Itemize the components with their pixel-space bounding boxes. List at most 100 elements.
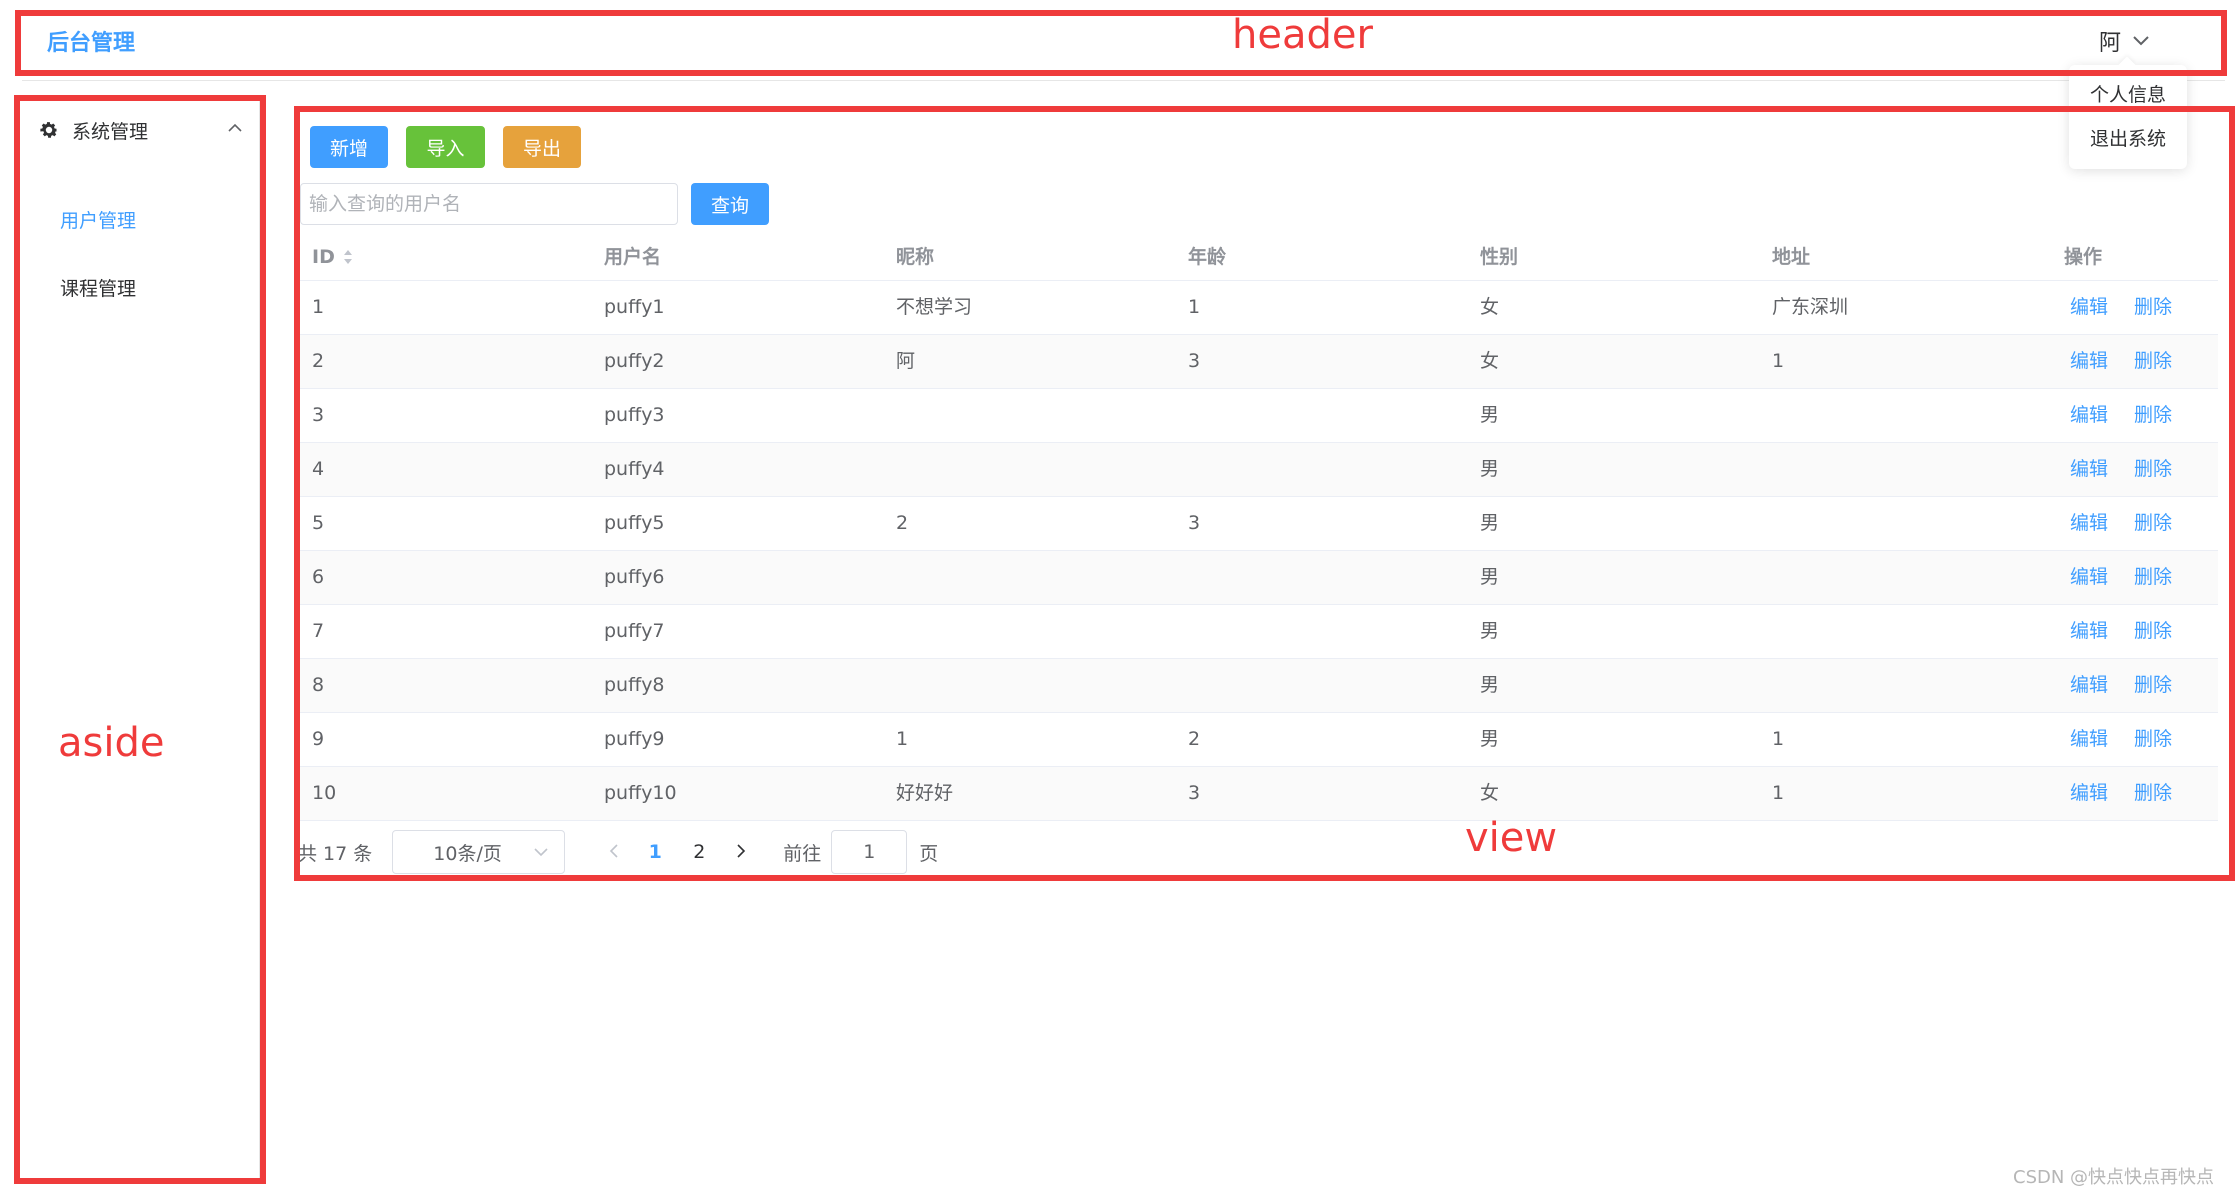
- user-name[interactable]: 阿: [2099, 25, 2121, 57]
- cell-id: 3: [312, 404, 325, 426]
- edit-link[interactable]: 编辑: [2064, 728, 2108, 750]
- edit-link[interactable]: 编辑: [2064, 404, 2108, 426]
- pagination: 共 17 条 10条/页 1 2 前往 页: [298, 830, 938, 874]
- column-header-actions: 操作: [2064, 245, 2103, 268]
- cell-username: puffy9: [604, 728, 665, 750]
- sidebar-item-user-management[interactable]: 用户管理: [18, 191, 260, 251]
- cell-address: 1: [1772, 728, 1785, 750]
- user-dropdown-trigger[interactable]: 阿: [2099, 25, 2149, 57]
- cell-nickname: [884, 605, 1176, 658]
- delete-link[interactable]: 删除: [2128, 404, 2172, 426]
- cell-age: [1176, 659, 1468, 712]
- cell-address: [1760, 443, 2052, 496]
- delete-link[interactable]: 删除: [2128, 512, 2172, 534]
- cell-username: puffy8: [604, 674, 665, 696]
- table-row: 6 puffy6 男 编辑 删除: [300, 551, 2218, 605]
- table-body: 1 puffy1 不想学习 1 女广东深圳 编辑 删除 2 puffy2 阿 3 女 1 编辑 删除 3 puf…: [300, 281, 2218, 821]
- cell-id: 7: [312, 620, 325, 642]
- cell-address: [1760, 551, 2052, 604]
- page-size-value: 10条/页: [433, 842, 502, 865]
- chevron-left-icon: [609, 844, 618, 858]
- delete-link[interactable]: 删除: [2128, 620, 2172, 642]
- cell-gender: 女: [1480, 350, 1500, 372]
- export-button[interactable]: 导出: [503, 126, 581, 168]
- cell-id: 8: [312, 674, 325, 696]
- column-header-nickname: 昵称: [896, 245, 935, 268]
- page-jump-input[interactable]: [831, 830, 908, 874]
- table-row: 9 puffy9 1 2 男 1 编辑 删除: [300, 713, 2218, 767]
- cell-address: 广东深圳: [1772, 296, 1849, 318]
- username-search-input[interactable]: [300, 183, 678, 225]
- delete-link[interactable]: 删除: [2128, 782, 2172, 804]
- delete-link[interactable]: 删除: [2128, 458, 2172, 480]
- cell-address: [1760, 497, 2052, 550]
- cell-gender: 男: [1480, 566, 1500, 588]
- edit-link[interactable]: 编辑: [2064, 782, 2108, 804]
- sort-icon[interactable]: [343, 249, 353, 265]
- delete-link[interactable]: 删除: [2128, 728, 2172, 750]
- sidebar-item-course-management[interactable]: 课程管理: [18, 259, 260, 319]
- header-annotation-label: header: [1232, 12, 1373, 58]
- cell-gender: 男: [1480, 512, 1500, 534]
- cell-address: [1760, 389, 2052, 442]
- goto-label: 前往: [783, 842, 822, 865]
- view-annotation-label: view: [1465, 815, 1558, 861]
- pagination-total: 共 17 条: [298, 842, 373, 865]
- next-page-button[interactable]: [721, 841, 761, 863]
- edit-link[interactable]: 编辑: [2064, 458, 2108, 480]
- edit-link[interactable]: 编辑: [2064, 674, 2108, 696]
- page-number-1[interactable]: 1: [633, 841, 677, 863]
- cell-address: 1: [1772, 782, 1785, 804]
- cell-gender: 男: [1480, 620, 1500, 642]
- cell-username: puffy5: [604, 512, 665, 534]
- edit-link[interactable]: 编辑: [2064, 566, 2108, 588]
- prev-page-button[interactable]: [593, 841, 633, 863]
- add-button[interactable]: 新增: [310, 126, 388, 168]
- cell-gender: 女: [1480, 782, 1500, 804]
- edit-link[interactable]: 编辑: [2064, 512, 2108, 534]
- page-size-select[interactable]: 10条/页: [392, 830, 566, 874]
- aside-annotation-label: aside: [58, 720, 165, 766]
- delete-link[interactable]: 删除: [2128, 296, 2172, 318]
- column-header-address: 地址: [1772, 245, 1811, 268]
- cell-username: puffy10: [604, 782, 677, 804]
- cell-nickname: [884, 443, 1176, 496]
- submenu-system[interactable]: 系统管理: [18, 97, 260, 163]
- cell-nickname: 2: [896, 512, 909, 534]
- cell-age: [1176, 605, 1468, 658]
- column-header-id[interactable]: ID: [300, 233, 592, 280]
- cell-age: [1176, 389, 1468, 442]
- cell-gender: 男: [1480, 404, 1500, 426]
- cell-id: 10: [312, 782, 337, 804]
- edit-link[interactable]: 编辑: [2064, 350, 2108, 372]
- sidebar: 系统管理 用户管理 课程管理: [18, 97, 260, 1180]
- cell-id: 6: [312, 566, 325, 588]
- delete-link[interactable]: 删除: [2128, 566, 2172, 588]
- cell-username: puffy2: [604, 350, 665, 372]
- cell-age: [1176, 443, 1468, 496]
- cell-age: 3: [1188, 782, 1201, 804]
- edit-link[interactable]: 编辑: [2064, 620, 2108, 642]
- search-button[interactable]: 查询: [691, 183, 769, 225]
- cell-id: 2: [312, 350, 325, 372]
- header-bar: 后台管理 阿: [22, 13, 2225, 73]
- app-title[interactable]: 后台管理: [47, 25, 135, 57]
- delete-link[interactable]: 删除: [2128, 674, 2172, 696]
- cell-id: 5: [312, 512, 325, 534]
- cell-nickname: [884, 551, 1176, 604]
- main-view: 新增 导入 导出 查询 ID 用户名 昵称 年龄 性别 地址 操作 1 puffy…: [298, 111, 2230, 876]
- column-header-id-label: ID: [312, 245, 335, 268]
- cell-nickname: 不想学习: [896, 296, 973, 318]
- column-header-gender: 性别: [1480, 245, 1519, 268]
- gear-icon: [40, 122, 58, 138]
- page-number-2[interactable]: 2: [677, 841, 721, 863]
- cell-age: [1176, 551, 1468, 604]
- page-suffix-label: 页: [919, 842, 939, 865]
- cell-username: puffy4: [604, 458, 665, 480]
- cell-id: 1: [312, 296, 325, 318]
- delete-link[interactable]: 删除: [2128, 350, 2172, 372]
- chevron-right-icon: [737, 844, 745, 858]
- edit-link[interactable]: 编辑: [2064, 296, 2108, 318]
- import-button[interactable]: 导入: [406, 126, 485, 168]
- cell-gender: 男: [1480, 458, 1500, 480]
